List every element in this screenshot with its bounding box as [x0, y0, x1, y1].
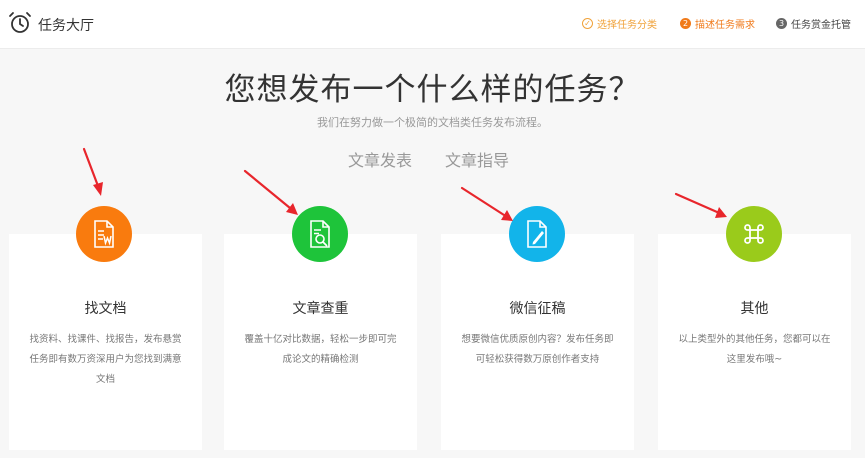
- top-bar: 任务大厅 ✓ 选择任务分类 2 描述任务需求 3 任务赏金托管: [0, 0, 865, 49]
- step-choose-category[interactable]: ✓ 选择任务分类: [582, 16, 657, 31]
- arrow-annotation: [82, 147, 103, 196]
- card-title: 其他: [740, 301, 769, 317]
- command-icon[interactable]: [726, 206, 782, 262]
- arrow-annotation: [460, 186, 513, 221]
- card-wechat-submission[interactable]: 微信征稿 想要微信优质原创内容？发布任务即可轻松获得数万原创作者支持: [441, 234, 634, 450]
- card-description: 找资料、找课件、找报告，发布悬赏任务即有数万资深用户为您找到满意文档: [29, 334, 182, 385]
- document-search-icon[interactable]: [292, 206, 348, 262]
- card-plagiarism-check[interactable]: 文章查重 覆盖十亿对比数据，轻松一步即可完成论文的精确检测: [224, 234, 417, 450]
- step-reward-escrow[interactable]: 3 任务赏金托管: [776, 16, 851, 31]
- card-title: 找文档: [84, 301, 127, 317]
- step-label: 选择任务分类: [597, 20, 657, 31]
- app-title: 任务大厅: [38, 18, 94, 34]
- document-edit-icon[interactable]: [509, 206, 565, 262]
- alarm-clock-icon: [9, 12, 31, 33]
- step-number-badge: 2: [680, 18, 691, 29]
- step-describe-requirements[interactable]: 2 描述任务需求: [680, 16, 755, 31]
- card-title: 文章查重: [292, 301, 349, 317]
- step-number-badge: 3: [776, 18, 787, 29]
- page-subtitle: 我们在努力做一个极简的文档类任务发布流程。: [317, 116, 548, 129]
- step-label: 描述任务需求: [695, 20, 755, 31]
- card-description: 想要微信优质原创内容？发布任务即可轻松获得数万原创作者支持: [461, 334, 614, 365]
- arrow-annotation: [674, 192, 727, 218]
- card-description: 以上类型外的其他任务，您都可以在这里发布哦~: [678, 334, 831, 365]
- document-w-icon[interactable]: [76, 206, 132, 262]
- card-title: 微信征稿: [509, 301, 566, 317]
- card-description: 覆盖十亿对比数据，轻松一步即可完成论文的精确检测: [244, 334, 397, 365]
- arrow-annotation: [243, 169, 298, 215]
- link-article-guidance[interactable]: 文章指导: [445, 147, 509, 171]
- step-label: 任务赏金托管: [791, 20, 851, 31]
- card-other[interactable]: 其他 以上类型外的其他任务，您都可以在这里发布哦~: [658, 234, 851, 450]
- card-find-document[interactable]: 找文档 找资料、找课件、找报告，发布悬赏任务即有数万资深用户为您找到满意文档: [9, 234, 202, 450]
- page-title: 您想发布一个什么样的任务？: [224, 72, 641, 108]
- link-article-publish[interactable]: 文章发表: [348, 147, 412, 171]
- check-circle-icon: ✓: [582, 18, 593, 29]
